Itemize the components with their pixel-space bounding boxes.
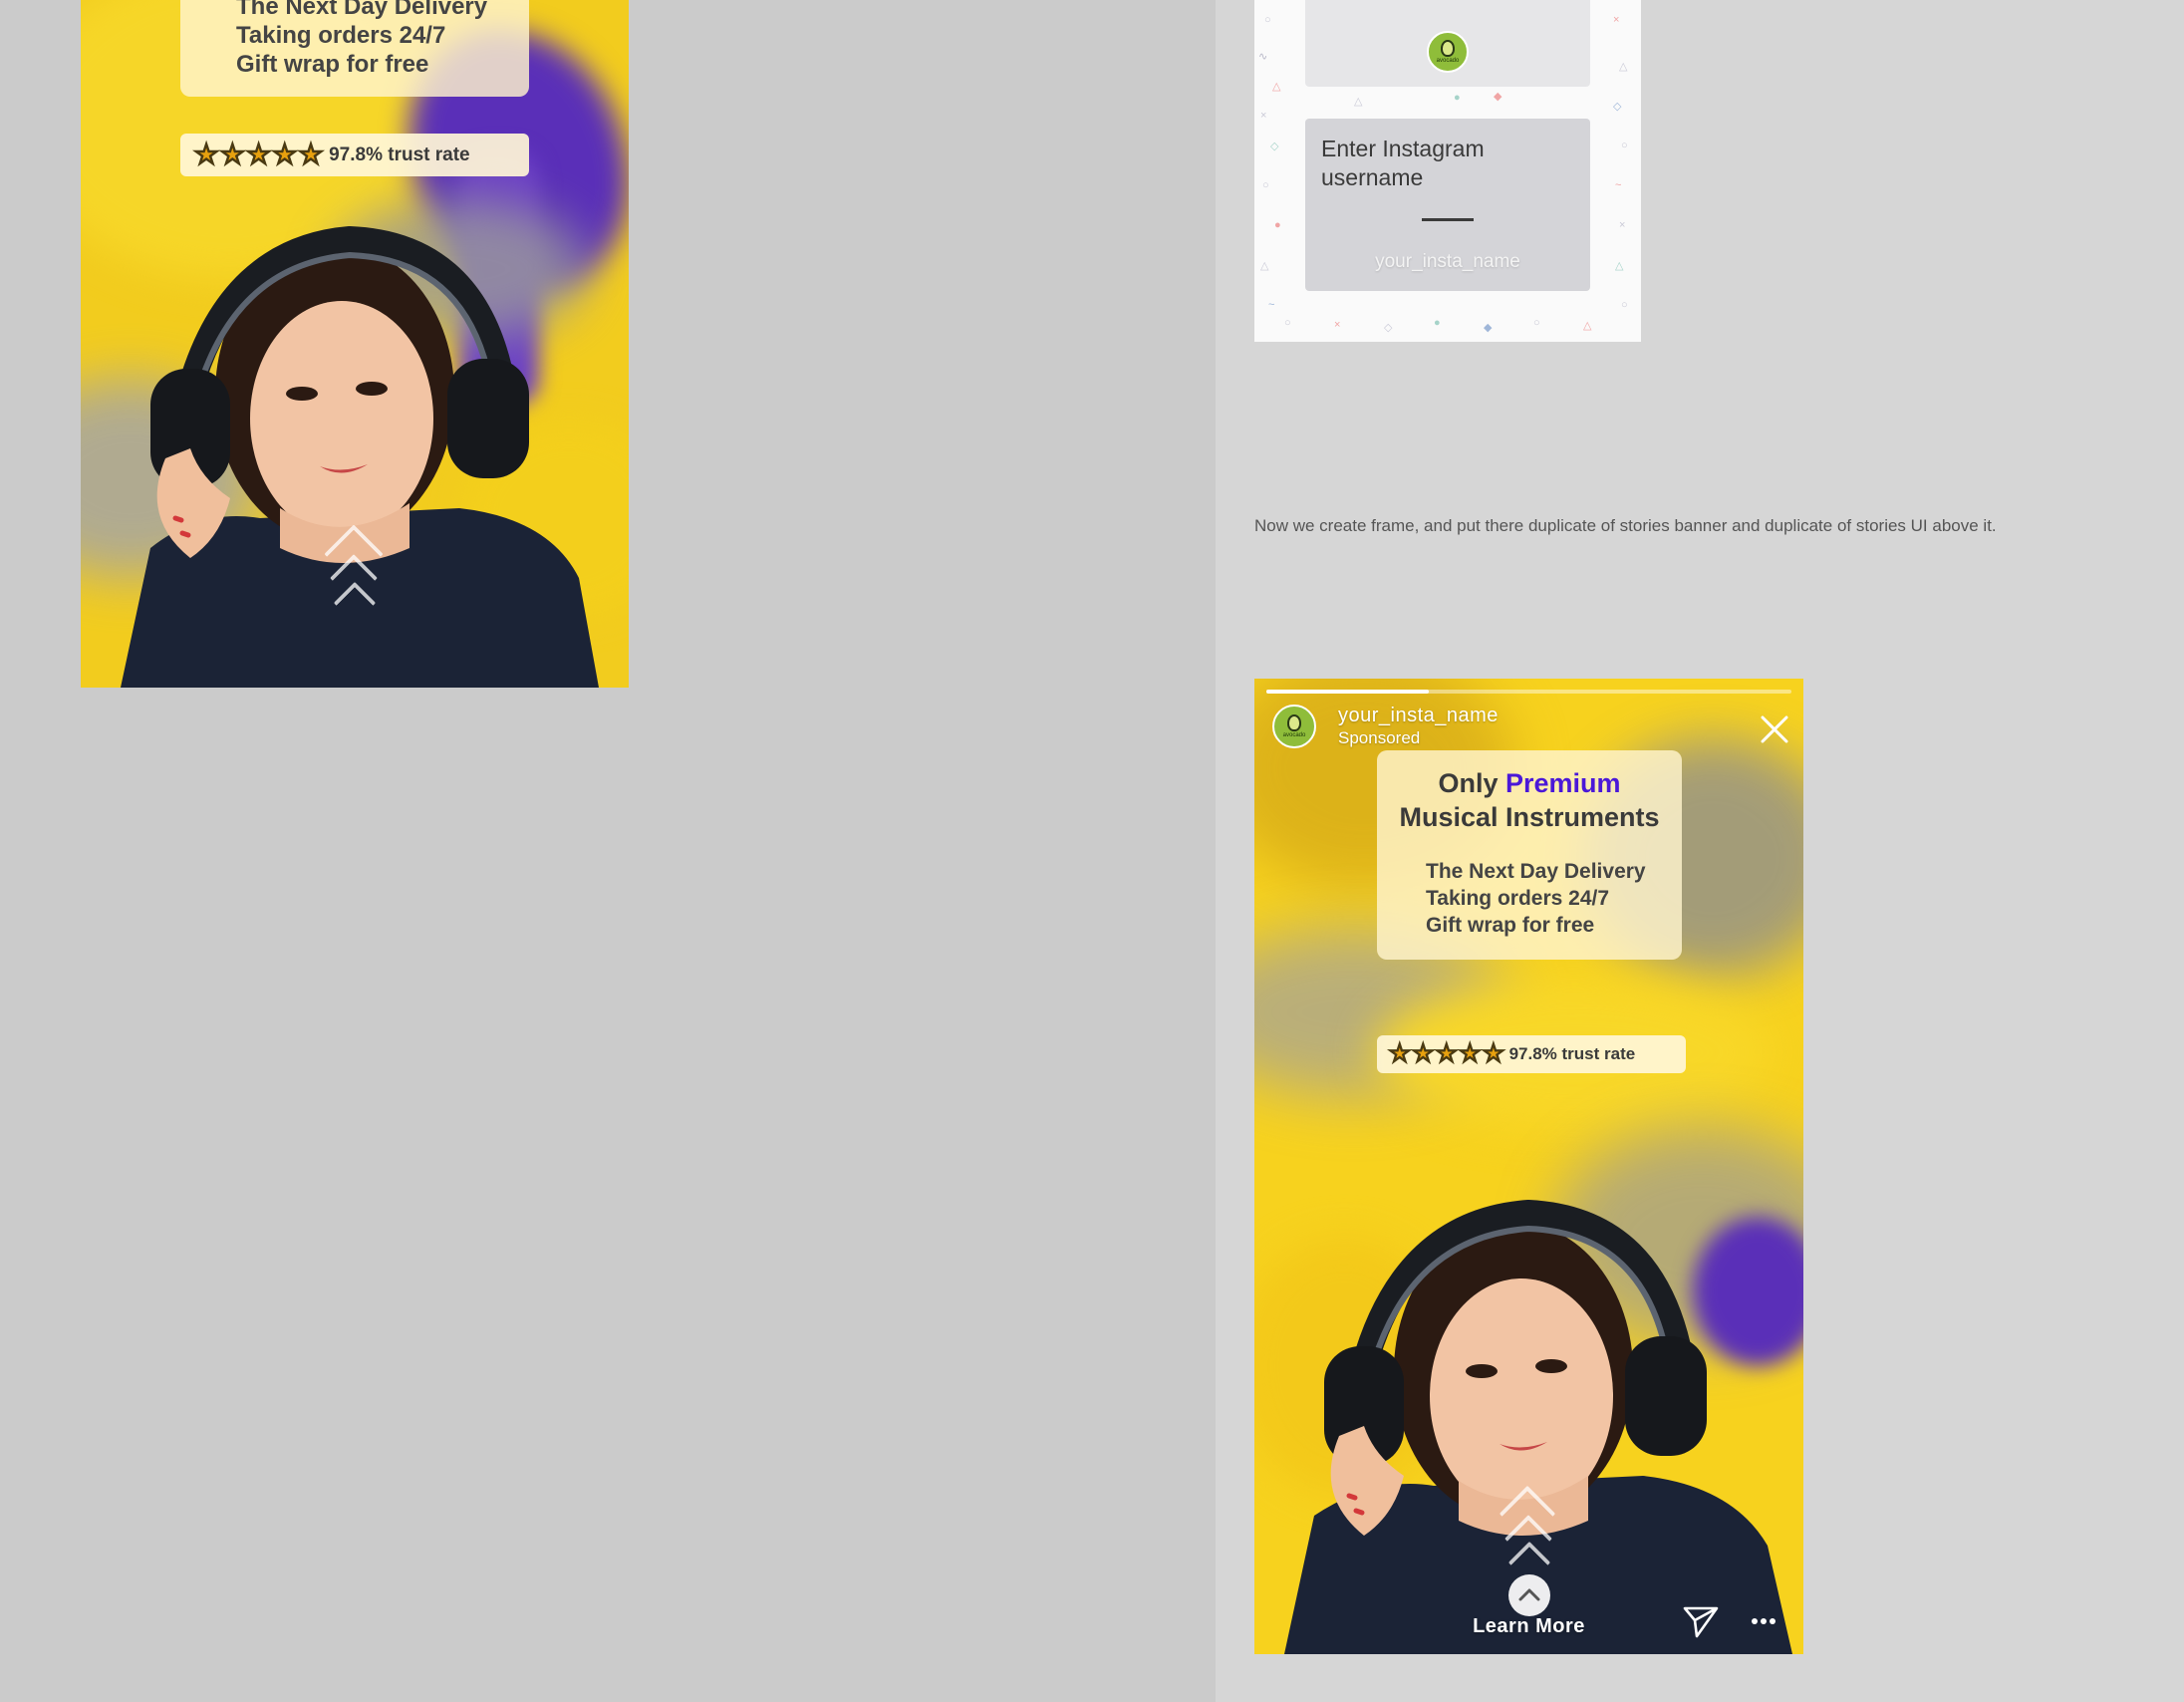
avocado-logo: avocado — [1427, 31, 1469, 73]
input-underline — [1422, 218, 1474, 221]
learn-more-button[interactable]: Learn More — [1254, 1615, 1803, 1638]
story-preview-frame: avocado your_insta_name Sponsored Only P… — [1254, 679, 1803, 1654]
headline-line-2: Musical Instruments — [1399, 802, 1660, 832]
story-info-box: Only Premium Musical Instruments The Nex… — [1377, 750, 1682, 960]
star-icon: ★ — [219, 140, 245, 169]
star-icon: ★ — [1482, 1040, 1504, 1067]
star-icon: ★ — [246, 140, 272, 169]
trust-rate-text: 97.8% trust rate — [329, 143, 470, 165]
star-icon: ★ — [272, 140, 298, 169]
star-icon: ★ — [1388, 1040, 1411, 1067]
story-avatar[interactable]: avocado — [1272, 705, 1316, 748]
trust-rate-badge: ★ ★ ★ ★ ★ 97.8% trust rate — [1377, 1035, 1686, 1073]
info-line-orders: Taking orders 24/7 — [1426, 887, 1610, 910]
instagram-username-frame: ○ ∿ △ × ◇ ○ ● △ ~ ○ × ◇ ● ◆ ○ △ × △ ◇ ○ … — [1254, 0, 1641, 342]
star-icon: ★ — [193, 140, 219, 169]
info-line-orders: Taking orders 24/7 — [236, 22, 446, 49]
info-line-delivery: The Next Day Delivery — [1426, 860, 1646, 883]
star-icon: ★ — [298, 140, 324, 169]
username-card: Enter Instagram username your_insta_name — [1305, 119, 1590, 291]
headline-premium: Premium — [1504, 768, 1621, 798]
banner-info-box: The Next Day Delivery Taking orders 24/7… — [180, 0, 529, 97]
story-progress-bar — [1266, 690, 1791, 694]
chevron-up-icon — [1518, 1588, 1540, 1601]
close-icon[interactable] — [1760, 714, 1789, 744]
star-icon: ★ — [1412, 1040, 1435, 1067]
info-line-delivery: The Next Day Delivery — [236, 0, 488, 20]
username-value[interactable]: your_insta_name — [1305, 251, 1590, 273]
trust-rate-text: 97.8% trust rate — [1508, 1044, 1636, 1063]
send-icon[interactable] — [1683, 1604, 1719, 1638]
info-line-giftwrap: Gift wrap for free — [1426, 914, 1595, 937]
headline-line-1: Only Premium — [1438, 768, 1621, 798]
tutorial-caption: Now we create frame, and put there dupli… — [1254, 516, 1997, 535]
story-username[interactable]: your_insta_name — [1338, 705, 1499, 727]
stories-banner-preview: The Next Day Delivery Taking orders 24/7… — [81, 0, 629, 688]
swipe-up-button[interactable] — [1508, 1574, 1550, 1616]
story-progress-fill — [1266, 690, 1430, 694]
star-icon: ★ — [1435, 1040, 1458, 1067]
sponsored-label: Sponsored — [1338, 728, 1421, 747]
info-line-giftwrap: Gift wrap for free — [236, 51, 429, 78]
username-prompt: Enter Instagram username — [1321, 136, 1485, 190]
trust-rate-badge: ★ ★ ★ ★ ★ 97.8% trust rate — [180, 134, 529, 176]
star-icon: ★ — [1459, 1040, 1482, 1067]
more-icon[interactable] — [1751, 1617, 1776, 1625]
